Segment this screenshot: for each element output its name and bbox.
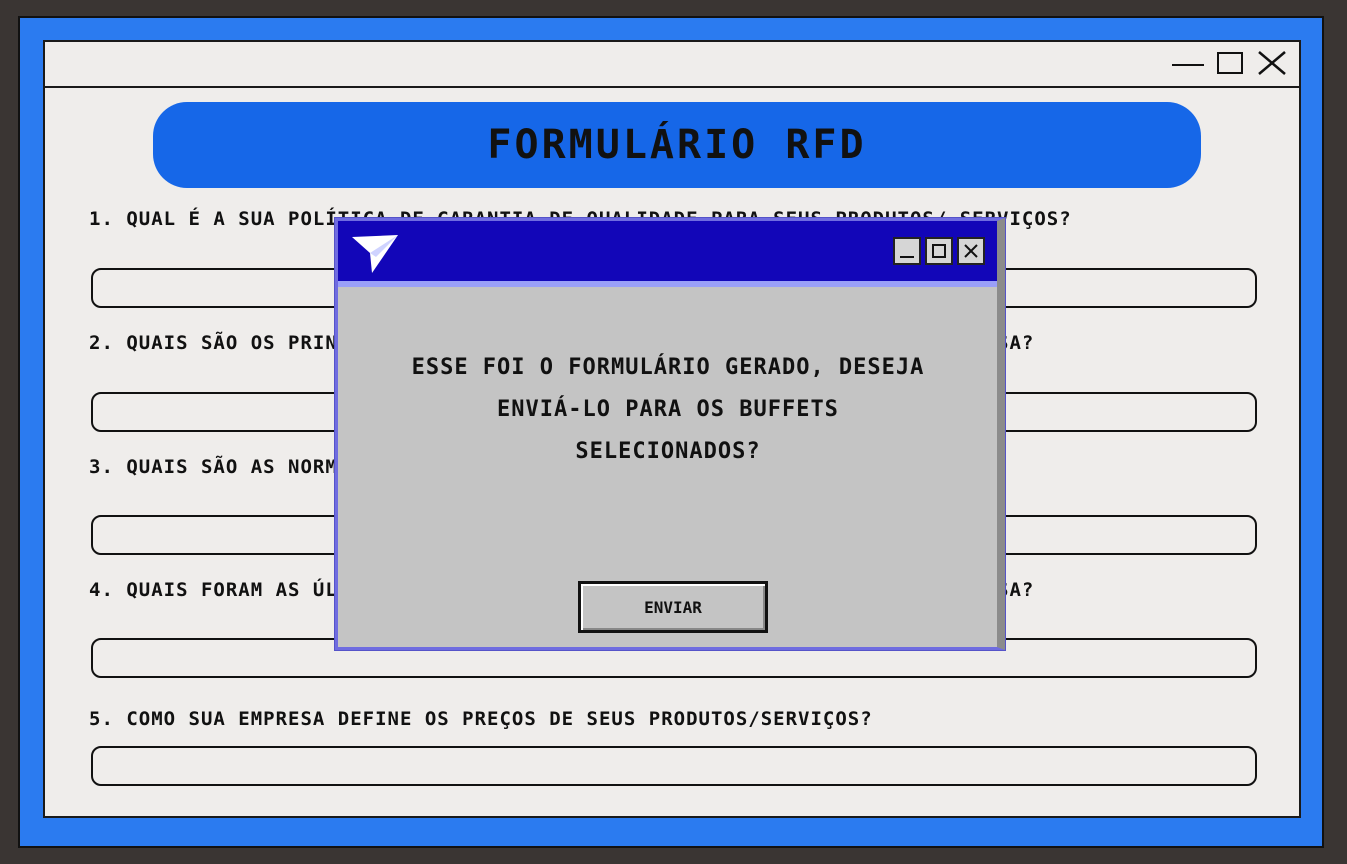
- dialog-controls: [893, 237, 985, 265]
- maximize-icon: [1217, 52, 1243, 74]
- question-5-input[interactable]: [91, 746, 1257, 786]
- window-titlebar: [45, 42, 1299, 88]
- form-title-banner: FORMULÁRIO RFD: [153, 102, 1201, 188]
- dialog-titlebar: [338, 221, 997, 287]
- window-controls: [1171, 48, 1289, 78]
- close-button[interactable]: [1255, 48, 1289, 78]
- close-icon: [1258, 51, 1286, 75]
- dialog-message: ESSE FOI O FORMULÁRIO GERADO, DESEJA ENV…: [411, 355, 925, 464]
- maximize-icon: [932, 244, 946, 258]
- minimize-icon: [1172, 64, 1204, 66]
- close-icon: [964, 244, 978, 258]
- question-5-label: 5. COMO SUA EMPRESA DEFINE OS PREÇOS DE …: [89, 708, 873, 730]
- dialog-maximize-button[interactable]: [925, 237, 953, 265]
- send-button[interactable]: ENVIAR: [578, 581, 768, 633]
- minimize-button[interactable]: [1171, 48, 1205, 78]
- dialog-minimize-button[interactable]: [893, 237, 921, 265]
- send-confirmation-dialog: ESSE FOI O FORMULÁRIO GERADO, DESEJA ENV…: [335, 218, 1005, 650]
- maximize-button[interactable]: [1213, 48, 1247, 78]
- send-icon: [352, 235, 398, 273]
- form-title: FORMULÁRIO RFD: [487, 122, 867, 168]
- dialog-close-button[interactable]: [957, 237, 985, 265]
- minimize-icon: [900, 256, 914, 258]
